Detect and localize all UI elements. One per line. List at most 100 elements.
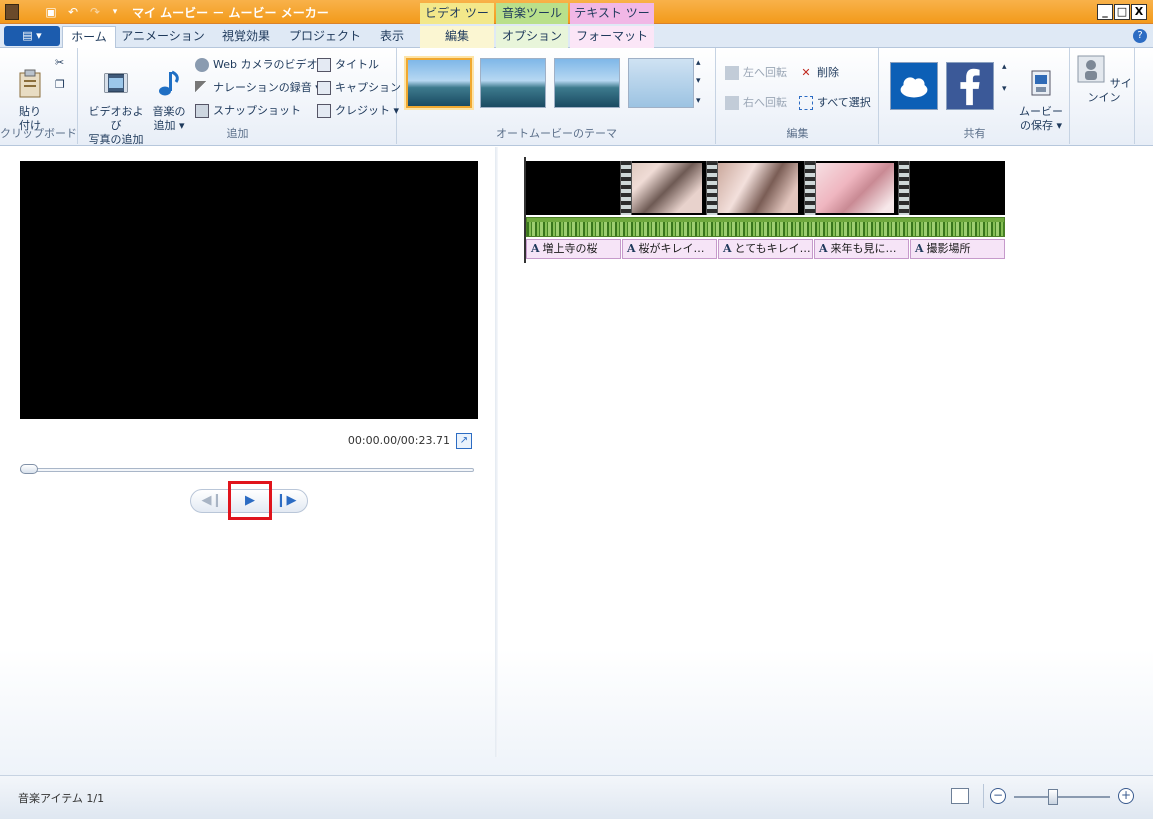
status-separator (983, 784, 984, 808)
gallery-expand-icon[interactable]: ▾ (696, 92, 701, 110)
seek-bar[interactable] (20, 468, 474, 472)
theme-cinematic-thumbnail[interactable] (554, 58, 620, 108)
group-label-clipboard: クリップボード (0, 127, 77, 140)
minimize-button[interactable]: _ (1097, 4, 1113, 20)
sign-in-button[interactable]: サインイン (1075, 54, 1133, 105)
clip-thumbnail (718, 163, 798, 213)
clip-thumbnail (814, 163, 894, 213)
tab-visual-effects[interactable]: 視覚効果 (210, 26, 282, 48)
copy-icon[interactable]: ❐ (55, 76, 65, 94)
status-bar: 音楽アイテム 1/1 − + (0, 775, 1153, 819)
film-sprocket (804, 161, 816, 215)
text-a-icon: A (915, 242, 924, 255)
caption-icon (317, 81, 331, 95)
save-movie-icon (1031, 70, 1051, 96)
snapshot-icon (195, 104, 209, 118)
facebook-icon[interactable] (946, 62, 994, 110)
tab-animations[interactable]: アニメーション (120, 26, 206, 48)
group-clipboard: 貼り 付け ✂ ❐ クリップボード (0, 48, 78, 144)
maximize-button[interactable]: □ (1114, 4, 1130, 20)
file-menu-button[interactable]: ▤ ▾ (4, 26, 60, 46)
group-editing: 左へ回転 右へ回転 ✕ 削除 すべて選択 編集 (717, 48, 879, 144)
tab-home[interactable]: ホーム (62, 26, 116, 48)
window-title: マイ ムービー － ムービー メーカー (132, 6, 329, 20)
gallery-scroll-down-icon[interactable]: ▾ (696, 72, 701, 90)
fullscreen-icon[interactable]: ↗ (456, 433, 472, 449)
remove-button[interactable]: ✕ 削除 (799, 64, 839, 82)
timecode-display: 00:00.00/00:23.71 (347, 434, 450, 447)
audio-waveform (527, 222, 1004, 236)
redo-icon[interactable]: ↷ (86, 3, 104, 21)
caption-item[interactable]: A 撮影場所 (910, 239, 1005, 259)
theme-pan-zoom-thumbnail[interactable] (628, 58, 694, 108)
paste-button[interactable]: 貼り 付け (8, 54, 52, 133)
music-track[interactable] (526, 217, 1005, 237)
zoom-in-icon[interactable]: + (1118, 788, 1134, 804)
caption-item[interactable]: A とてもキレイ… (718, 239, 813, 259)
undo-icon[interactable]: ↶ (64, 3, 82, 21)
group-automovie-themes: ▴ ▾ ▾ オートムービーのテーマ (398, 48, 716, 144)
gallery-scroll-up-icon[interactable]: ▴ (696, 54, 701, 72)
cut-icon[interactable]: ✂ (55, 54, 64, 72)
preview-monitor[interactable] (20, 161, 478, 419)
record-narration-button[interactable]: ナレーションの録音 ▾ (195, 79, 321, 97)
credits-button[interactable]: クレジット ▾ (317, 102, 399, 120)
webcam-video-button[interactable]: Web カメラのビデオ (195, 56, 317, 74)
app-icon[interactable] (5, 4, 19, 20)
clipboard-icon (19, 69, 41, 98)
film-photo-icon (104, 73, 128, 93)
delete-x-icon: ✕ (801, 66, 811, 79)
context-video-tools: ビデオ ツール (420, 3, 494, 41)
caption-item[interactable]: A 来年も見に… (814, 239, 909, 259)
play-button-highlight (228, 481, 272, 520)
onedrive-icon[interactable] (890, 62, 938, 110)
next-frame-icon[interactable]: ❙▶ (275, 492, 297, 510)
group-sign-in: サインイン (1071, 48, 1135, 144)
main-area: 00:00.00/00:23.71 ↗ ◀❙ ▶ ❙▶ A 増上寺の桜 A 桜がキレ… (0, 147, 1153, 775)
share-scroll-up-icon[interactable]: ▴ (1002, 58, 1007, 76)
caption-button[interactable]: キャプション (317, 79, 401, 97)
select-all-icon (799, 96, 813, 110)
rotate-right-button[interactable]: 右へ回転 (725, 94, 787, 112)
previous-frame-icon[interactable]: ◀❙ (201, 492, 223, 510)
tab-edit[interactable]: 編集 (420, 26, 494, 48)
video-clip-strip[interactable] (526, 161, 1005, 215)
text-a-icon: A (819, 242, 828, 255)
seek-thumb[interactable] (20, 464, 38, 474)
save-icon[interactable]: ▣ (42, 3, 60, 21)
title-button[interactable]: タイトル (317, 56, 379, 74)
share-scroll-down-icon[interactable]: ▾ (1002, 80, 1007, 98)
select-all-button[interactable]: すべて選択 (799, 94, 871, 112)
film-sprocket (620, 161, 632, 215)
title-icon (317, 58, 331, 72)
tab-format[interactable]: フォーマット (570, 26, 654, 48)
zoom-out-icon[interactable]: − (990, 788, 1006, 804)
tab-view[interactable]: 表示 (368, 26, 416, 48)
rotate-right-icon (725, 96, 739, 110)
add-music-button[interactable]: 音楽の 追加 ▾ (149, 54, 189, 133)
text-a-icon: A (627, 242, 636, 255)
snapshot-button[interactable]: スナップショット (195, 102, 301, 120)
tab-project[interactable]: プロジェクト (286, 26, 364, 48)
help-icon[interactable]: ? (1133, 29, 1147, 43)
theme-default-thumbnail[interactable] (406, 58, 472, 108)
pane-divider[interactable] (495, 147, 498, 757)
group-label-editing: 編集 (786, 127, 809, 140)
text-a-icon: A (723, 242, 732, 255)
tab-options[interactable]: オプション (496, 26, 568, 48)
rotate-left-button[interactable]: 左へ回転 (725, 64, 787, 82)
theme-contemporary-thumbnail[interactable] (480, 58, 546, 108)
webcam-icon (195, 58, 209, 72)
caption-item[interactable]: A 桜がキレイ… (622, 239, 717, 259)
status-text: 音楽アイテム 1/1 (18, 792, 105, 805)
zoom-thumb[interactable] (1048, 789, 1058, 805)
thumbnail-size-icon[interactable] (951, 788, 969, 804)
customize-toolbar-icon[interactable]: ▾ (106, 3, 124, 21)
save-movie-button[interactable]: ムービー の保存 ▾ (1016, 54, 1066, 133)
user-icon (1077, 55, 1105, 83)
zoom-slider[interactable] (1014, 796, 1110, 798)
group-label-themes: オートムービーのテーマ (496, 127, 617, 140)
playhead[interactable] (524, 157, 526, 263)
caption-item[interactable]: A 増上寺の桜 (526, 239, 621, 259)
close-button[interactable]: X (1131, 4, 1147, 20)
